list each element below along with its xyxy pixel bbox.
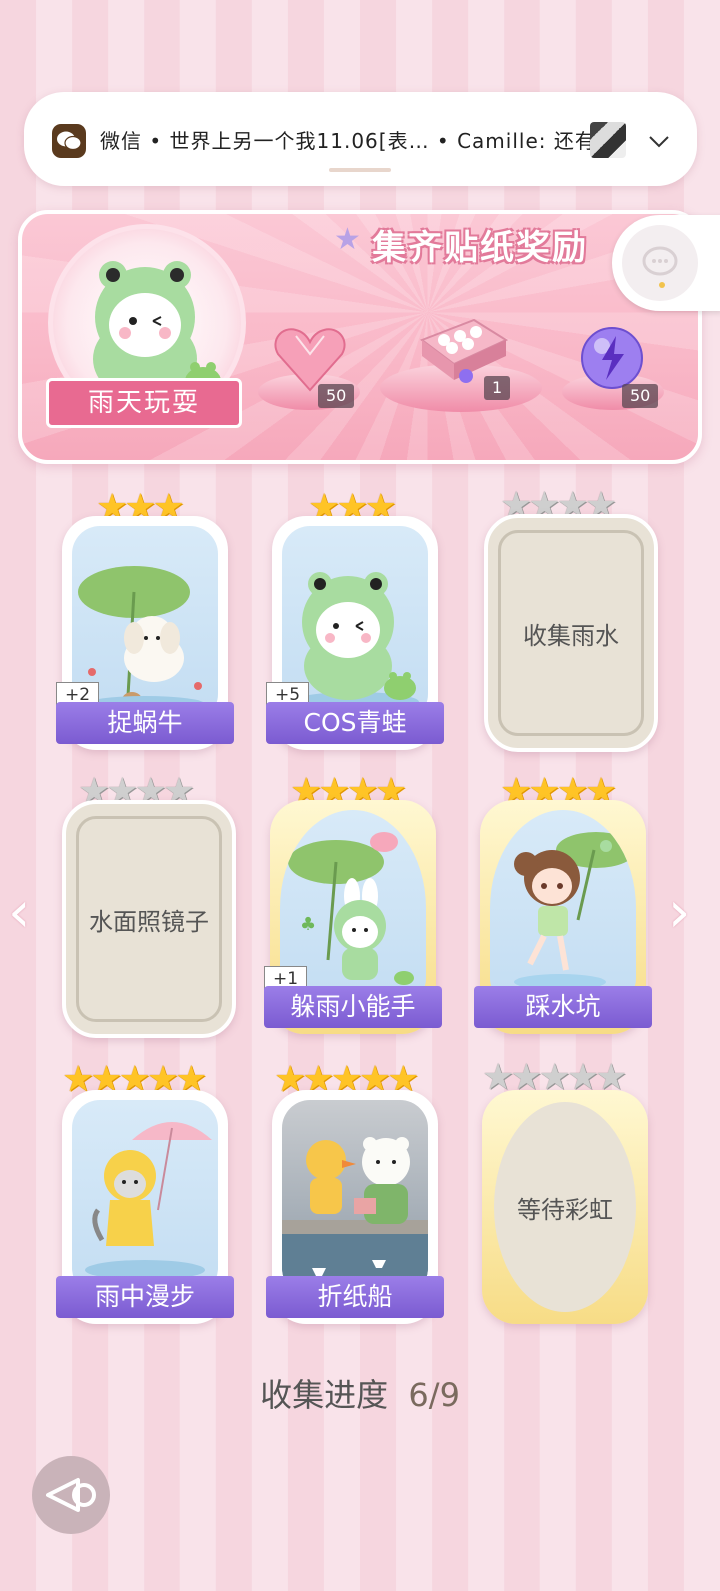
card-label: 捉蜗牛 [56, 702, 234, 744]
purple-lightning-orb-icon[interactable] [578, 324, 646, 392]
card-label: 躲雨小能手 [264, 986, 442, 1028]
svg-text:♣: ♣ [300, 914, 316, 935]
reward-banner: ★ 集齐贴纸奖励 雨天玩耍 50 1 50 [18, 210, 702, 464]
chevron-down-icon[interactable] [646, 128, 672, 154]
sticker-card[interactable]: 折纸船 [266, 1090, 444, 1324]
progress-label: 收集进度 [260, 1376, 389, 1414]
floating-chat-button[interactable] [612, 215, 720, 311]
back-button[interactable] [32, 1456, 110, 1534]
reward-title: 集齐贴纸奖励 [372, 228, 588, 268]
locked-sticker-card[interactable]: 水面照镜子 [62, 800, 236, 1038]
locked-sticker-card[interactable]: 等待彩虹 [482, 1090, 648, 1324]
star-icon: ★ [334, 222, 361, 257]
wechat-app-icon [52, 124, 86, 158]
prev-page-arrow-icon[interactable]: ‹ [8, 880, 30, 945]
next-page-arrow-icon[interactable]: › [668, 880, 690, 945]
girl-puddle-jump-illustration [514, 832, 636, 990]
chat-bubble-icon [642, 246, 678, 288]
reward-count: 50 [318, 384, 355, 408]
card-label: 踩水坑 [474, 986, 652, 1028]
card-label: 收集雨水 [523, 621, 619, 650]
sticker-card[interactable]: ♣ +1 躲雨小能手 [264, 800, 442, 1034]
avatar [590, 122, 626, 158]
notification-banner[interactable]: 微信 • 世界上另一个我11.06[表… • Camille: 还有… [24, 92, 697, 186]
card-label: COS青蛙 [266, 702, 444, 744]
reward-count: 1 [484, 376, 511, 400]
sticker-card[interactable]: 雨中漫步 [56, 1090, 234, 1324]
notification-text: 微信 • 世界上另一个我11.06[表… • Camille: 还有… [100, 129, 590, 153]
cat-duck-raincoat-illustration [85, 1122, 212, 1280]
progress-value: 6/9 [408, 1376, 460, 1414]
sticker-card[interactable]: 踩水坑 [474, 800, 652, 1034]
sticker-card[interactable]: +2 捉蜗牛 [56, 516, 234, 750]
locked-sticker-card[interactable]: 收集雨水 [484, 514, 658, 752]
card-label: 等待彩虹 [517, 1195, 613, 1224]
theme-name: 雨天玩耍 [46, 378, 242, 428]
back-arrow-icon [46, 1478, 96, 1512]
collection-progress: 收集进度 6/9 [0, 1370, 720, 1416]
reward-count: 50 [622, 384, 659, 408]
drag-handle[interactable] [329, 168, 391, 172]
duck-bear-paper-boat-illustration [282, 1137, 428, 1296]
card-label: 水面照镜子 [89, 907, 209, 936]
sticker-card[interactable]: +5 COS青蛙 [266, 516, 444, 750]
card-label: 折纸船 [266, 1276, 444, 1318]
pink-heart-gem-icon[interactable] [274, 326, 346, 392]
card-label: 雨中漫步 [56, 1276, 234, 1318]
